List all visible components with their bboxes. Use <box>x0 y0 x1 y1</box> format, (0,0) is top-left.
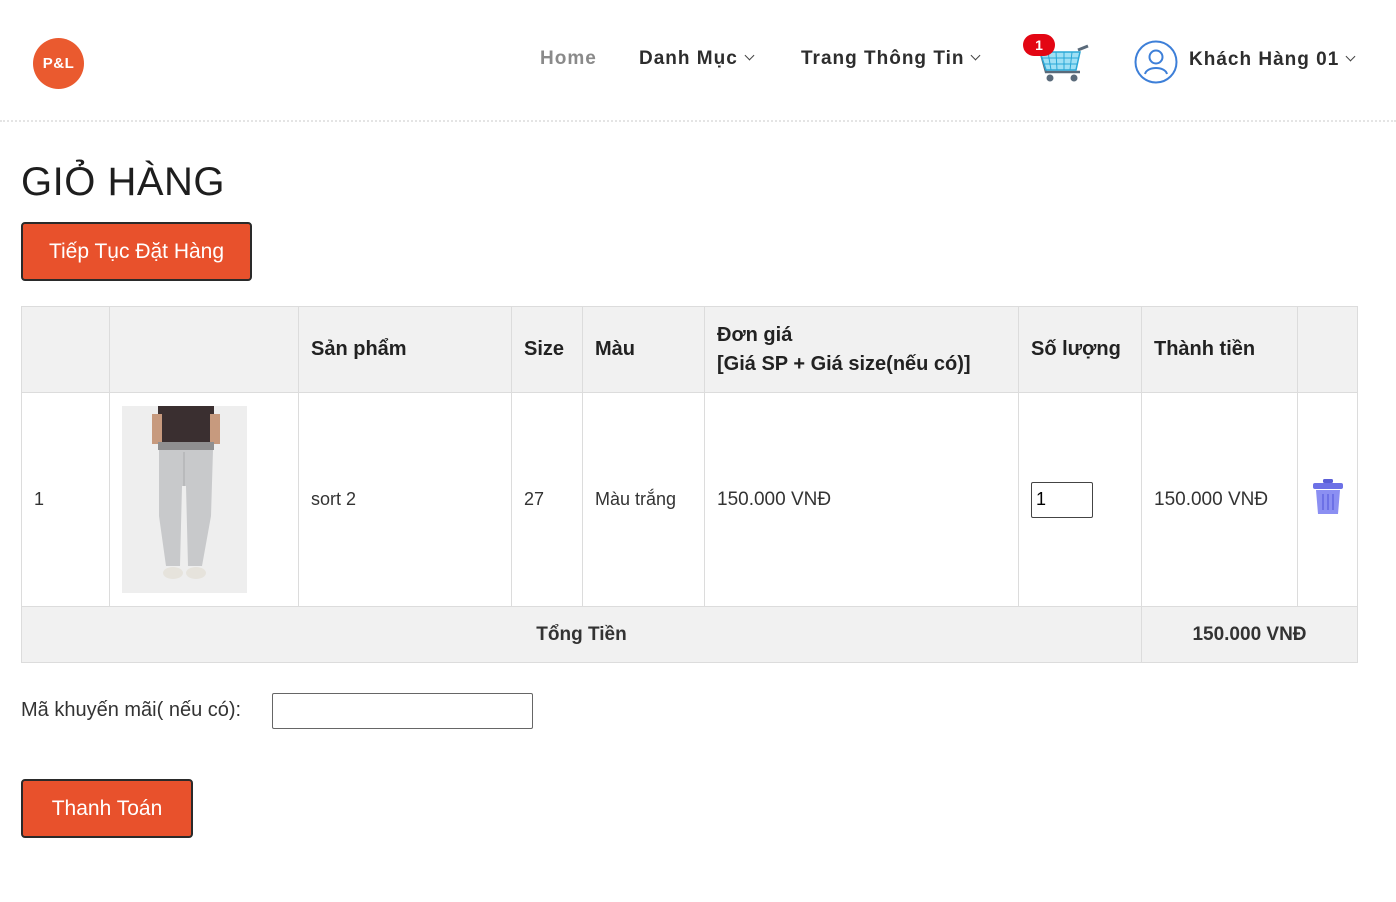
user-avatar-icon[interactable] <box>1134 40 1178 84</box>
row-unit-price: 150.000 VNĐ <box>704 392 1019 607</box>
col-unit-price-line2: [Giá SP + Giá size(nếu có)] <box>717 352 971 375</box>
col-unit-price-line1: Đơn giá <box>717 323 793 346</box>
col-quantity: Số lượng <box>1018 306 1142 393</box>
product-image[interactable] <box>122 406 247 593</box>
row-action-cell <box>1297 392 1358 607</box>
promo-code-label: Mã khuyến mãi( nếu có): <box>21 699 242 721</box>
col-action <box>1297 306 1358 393</box>
total-value: 150.000 VNĐ <box>1141 606 1358 663</box>
continue-ordering-button[interactable]: Tiếp Tục Đặt Hàng <box>21 222 252 281</box>
row-color: Màu trắng <box>582 392 705 607</box>
total-label: Tổng Tiền <box>21 606 1142 663</box>
user-name-label: Khách Hàng 01 <box>1189 49 1340 70</box>
nav-categories[interactable]: Danh Mục <box>639 48 755 70</box>
chevron-down-icon <box>1345 51 1356 62</box>
nav-categories-label: Danh Mục <box>639 48 738 69</box>
col-unit-price: Đơn giá [Giá SP + Giá size(nếu có)] <box>704 306 1019 393</box>
table-row: 1 sort 2 27 Màu trắng 150.000 VNĐ 1 150.… <box>21 392 1358 607</box>
user-menu[interactable]: Khách Hàng 01 <box>1189 49 1356 71</box>
col-image <box>109 306 299 393</box>
quantity-input[interactable] <box>1031 481 1093 518</box>
col-index <box>21 306 110 393</box>
page-title: GIỎ HÀNG <box>21 160 226 204</box>
row-index: 1 <box>21 392 110 607</box>
promo-code-input[interactable] <box>272 693 533 729</box>
col-size: Size <box>511 306 583 393</box>
nav-home[interactable]: Home <box>540 48 597 70</box>
chevron-down-icon <box>744 50 755 61</box>
col-subtotal: Thành tiền <box>1141 306 1298 393</box>
chevron-down-icon <box>971 50 981 61</box>
trash-icon[interactable] <box>1312 478 1344 516</box>
cart-table: Sản phẩm Size Màu Đơn giá [Giá SP + Giá … <box>21 306 1358 663</box>
row-subtotal: 150.000 VNĐ <box>1141 392 1298 607</box>
site-logo[interactable]: P&L <box>33 38 84 89</box>
row-image-cell <box>109 392 299 607</box>
table-header-row: Sản phẩm Size Màu Đơn giá [Giá SP + Giá … <box>21 306 1358 393</box>
nav-info-label: Trang Thông Tin <box>801 48 965 69</box>
col-product: Sản phẩm <box>298 306 512 393</box>
nav-info[interactable]: Trang Thông Tin <box>801 48 981 70</box>
site-header: P&L Home Danh Mục Trang Thông Tin 1 Khác… <box>0 0 1396 122</box>
row-size: 27 <box>511 392 583 607</box>
col-color: Màu <box>582 306 705 393</box>
checkout-button[interactable]: Thanh Toán <box>21 779 193 838</box>
row-product: sort 2 <box>298 392 512 607</box>
total-row: Tổng Tiền 150.000 VNĐ <box>21 606 1358 663</box>
cart-count-badge: 1 <box>1023 34 1055 56</box>
row-quantity-cell <box>1018 392 1142 607</box>
